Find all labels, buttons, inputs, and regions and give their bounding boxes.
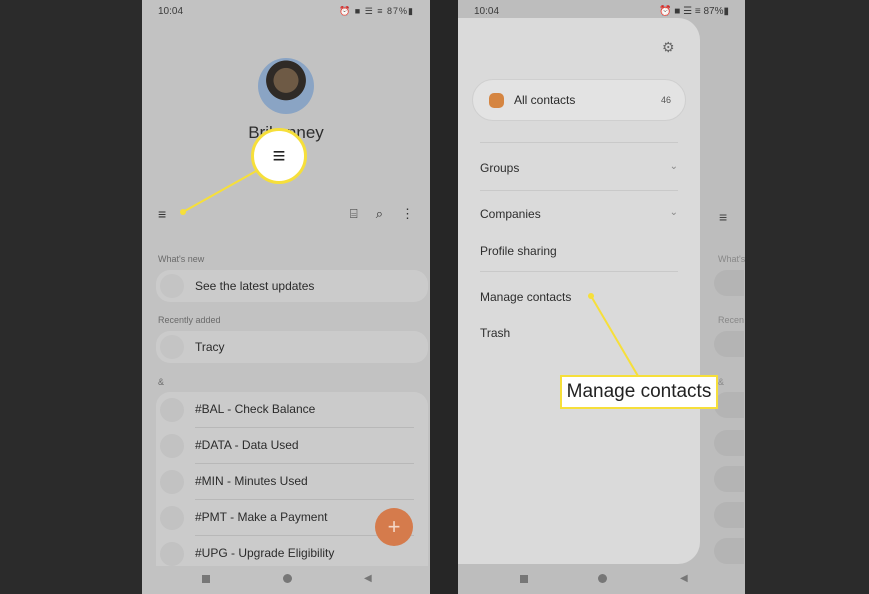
drawer-item-manage-contacts[interactable]: Manage contacts (480, 290, 571, 304)
home-icon[interactable] (283, 574, 292, 583)
system-nav-bar: ◀ (458, 566, 745, 594)
background-row (714, 502, 744, 528)
background-row (714, 430, 744, 456)
navigation-drawer: ⚙ All contacts 46 Groups ⌄ Companies ⌄ P… (458, 18, 700, 564)
contact-row[interactable]: #MIN - Minutes Used (156, 464, 428, 500)
whats-new-label: See the latest updates (195, 279, 315, 293)
contact-name: #DATA - Data Used (195, 438, 299, 452)
section-ampersand: & (158, 377, 165, 387)
whats-new-row[interactable]: See the latest updates (156, 270, 428, 302)
contact-list: #BAL - Check Balance #DATA - Data Used #… (156, 392, 428, 576)
gear-icon[interactable]: ⚙ (662, 39, 675, 56)
system-nav-bar: ◀ (142, 566, 430, 594)
contacts-icon (489, 93, 504, 108)
manage-contacts-callout: Manage contacts (560, 375, 718, 409)
divider-gap (430, 0, 458, 594)
background-section-label: & (718, 377, 725, 387)
chevron-down-icon[interactable]: ⌄ (670, 207, 678, 218)
status-time: 10:04 (474, 6, 500, 17)
left-backdrop (0, 0, 142, 594)
search-icon[interactable]: ⌕ (376, 206, 383, 222)
background-row (714, 466, 744, 492)
background-section-label: What's (718, 254, 745, 264)
section-whats-new: What's new (158, 254, 205, 264)
profile-avatar[interactable] (258, 58, 314, 114)
divider (480, 190, 678, 191)
background-section-label: Recen (718, 315, 745, 325)
chevron-down-icon[interactable]: ⌄ (670, 161, 678, 172)
contact-name: #PMT - Make a Payment (195, 510, 328, 524)
contact-avatar (160, 434, 184, 458)
section-recently-added: Recently added (158, 315, 221, 325)
contact-name: #UPG - Upgrade Eligibility (195, 546, 335, 560)
recent-apps-icon[interactable] (520, 575, 528, 583)
drawer-item-companies[interactable]: Companies (480, 207, 541, 221)
contact-row[interactable]: #BAL - Check Balance (156, 392, 428, 428)
background-menu-icon: ≡ (719, 209, 728, 225)
contact-name: #MIN - Minutes Used (195, 474, 308, 488)
add-contact-button[interactable]: + (375, 508, 413, 546)
divider (480, 142, 678, 143)
status-icons: ⏰ ■ ☰ ≡ 87%▮ (659, 6, 729, 17)
recent-contact-row[interactable]: Tracy (156, 331, 428, 363)
divider (480, 271, 678, 272)
back-icon[interactable]: ◀ (364, 573, 372, 584)
right-backdrop (745, 0, 869, 594)
drawer-item-trash[interactable]: Trash (480, 326, 510, 340)
background-row (714, 392, 744, 418)
home-icon[interactable] (598, 574, 607, 583)
status-bar: 10:04 ⏰ ■ ☰ ≡ 87%▮ (474, 6, 729, 22)
status-bar: 10:04 ⏰ ■ ☰ ≡ 87%▮ (158, 6, 414, 22)
background-row (714, 331, 744, 357)
more-vert-icon[interactable]: ⋮ (401, 206, 414, 222)
toolbar-actions: ⌸ ⌕ ⋮ (350, 206, 414, 222)
contacts-screen-left: 10:04 ⏰ ■ ☰ ≡ 87%▮ Bril enney ≡ ⌸ ⌕ ⋮ Wh… (142, 0, 430, 594)
contact-avatar (160, 470, 184, 494)
drawer-item-groups[interactable]: Groups (480, 161, 519, 175)
contact-row[interactable]: #DATA - Data Used (156, 428, 428, 464)
contacts-screen-right: ≡ What's Recen & ⚙ All contacts 46 Group… (458, 0, 745, 594)
contact-avatar (160, 542, 184, 566)
recent-apps-icon[interactable] (202, 575, 210, 583)
contact-avatar (160, 398, 184, 422)
all-contacts-count: 46 (660, 95, 671, 105)
hamburger-menu-icon[interactable]: ≡ (158, 206, 166, 222)
contact-name: #BAL - Check Balance (195, 402, 316, 416)
hamburger-callout-icon: ≡ (251, 128, 307, 184)
background-row (714, 270, 744, 296)
contact-avatar (160, 335, 184, 359)
row-avatar (160, 274, 184, 298)
background-row (714, 538, 744, 564)
status-icons: ⏰ ■ ☰ ≡ 87%▮ (339, 6, 414, 16)
contact-name: Tracy (195, 340, 225, 354)
contact-avatar (160, 506, 184, 530)
qr-scan-icon[interactable]: ⌸ (350, 206, 358, 222)
all-contacts-label: All contacts (514, 93, 576, 107)
drawer-item-profile-sharing[interactable]: Profile sharing (480, 244, 557, 258)
all-contacts-button[interactable]: All contacts 46 (472, 79, 686, 121)
status-time: 10:04 (158, 6, 184, 17)
back-icon[interactable]: ◀ (680, 573, 688, 584)
